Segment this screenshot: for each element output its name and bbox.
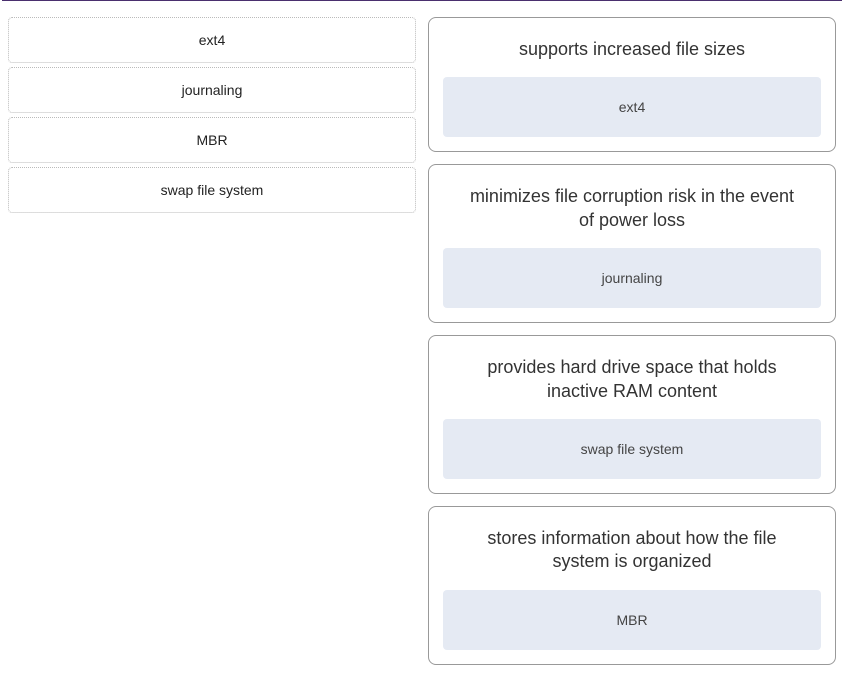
drop-zone[interactable]: ext4 <box>443 77 821 137</box>
drop-zone[interactable]: journaling <box>443 248 821 308</box>
target-description: minimizes file corruption risk in the ev… <box>443 177 821 248</box>
source-item[interactable]: MBR <box>8 117 416 163</box>
target-box: supports increased file sizes ext4 <box>428 17 836 152</box>
drop-zone[interactable]: swap file system <box>443 419 821 479</box>
target-description: provides hard drive space that holds ina… <box>443 348 821 419</box>
source-item[interactable]: journaling <box>8 67 416 113</box>
target-description: stores information about how the file sy… <box>443 519 821 590</box>
target-column: supports increased file sizes ext4 minim… <box>428 17 836 665</box>
source-item[interactable]: swap file system <box>8 167 416 213</box>
matching-container: ext4 journaling MBR swap file system sup… <box>0 1 844 673</box>
target-box: provides hard drive space that holds ina… <box>428 335 836 494</box>
target-description: supports increased file sizes <box>443 30 821 77</box>
target-box: minimizes file corruption risk in the ev… <box>428 164 836 323</box>
source-column: ext4 journaling MBR swap file system <box>8 17 416 665</box>
target-box: stores information about how the file sy… <box>428 506 836 665</box>
drop-zone[interactable]: MBR <box>443 590 821 650</box>
source-item[interactable]: ext4 <box>8 17 416 63</box>
